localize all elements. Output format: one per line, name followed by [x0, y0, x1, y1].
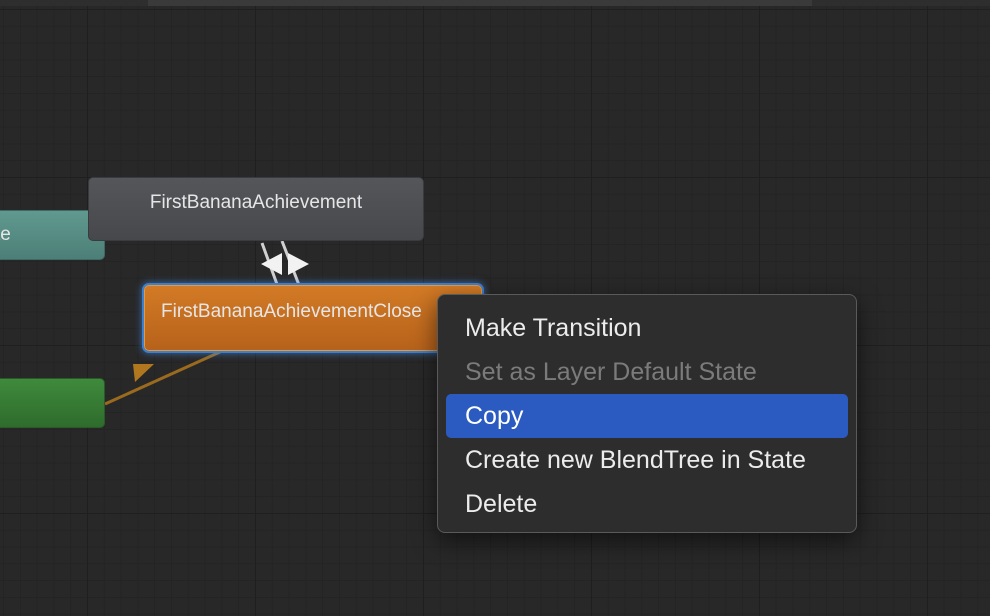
state-context-menu: Make Transition Set as Layer Default Sta… [437, 294, 857, 533]
transition-arrow-icon [133, 364, 154, 382]
transition-line[interactable] [104, 350, 221, 406]
menu-item-copy[interactable]: Copy [446, 394, 848, 438]
menu-item-make-transition[interactable]: Make Transition [446, 306, 848, 350]
menu-item-delete[interactable]: Delete [446, 482, 848, 526]
menu-item-create-new-blendtree-in-state[interactable]: Create new BlendTree in State [446, 438, 848, 482]
transition-arrow-right-icon [288, 253, 309, 275]
state-node-entry-green[interactable] [0, 378, 105, 428]
state-node-label: FirstBananaAchievementClose [161, 301, 422, 322]
state-node-label: FirstBananaAchievement [149, 192, 363, 213]
state-node-label: te [0, 224, 11, 245]
state-node-first-banana-achievement-close-selected[interactable]: FirstBananaAchievementClose [144, 285, 482, 351]
state-node-first-banana-achievement[interactable]: FirstBananaAchievement [88, 177, 424, 241]
menu-item-set-as-layer-default-state: Set as Layer Default State [465, 357, 757, 386]
